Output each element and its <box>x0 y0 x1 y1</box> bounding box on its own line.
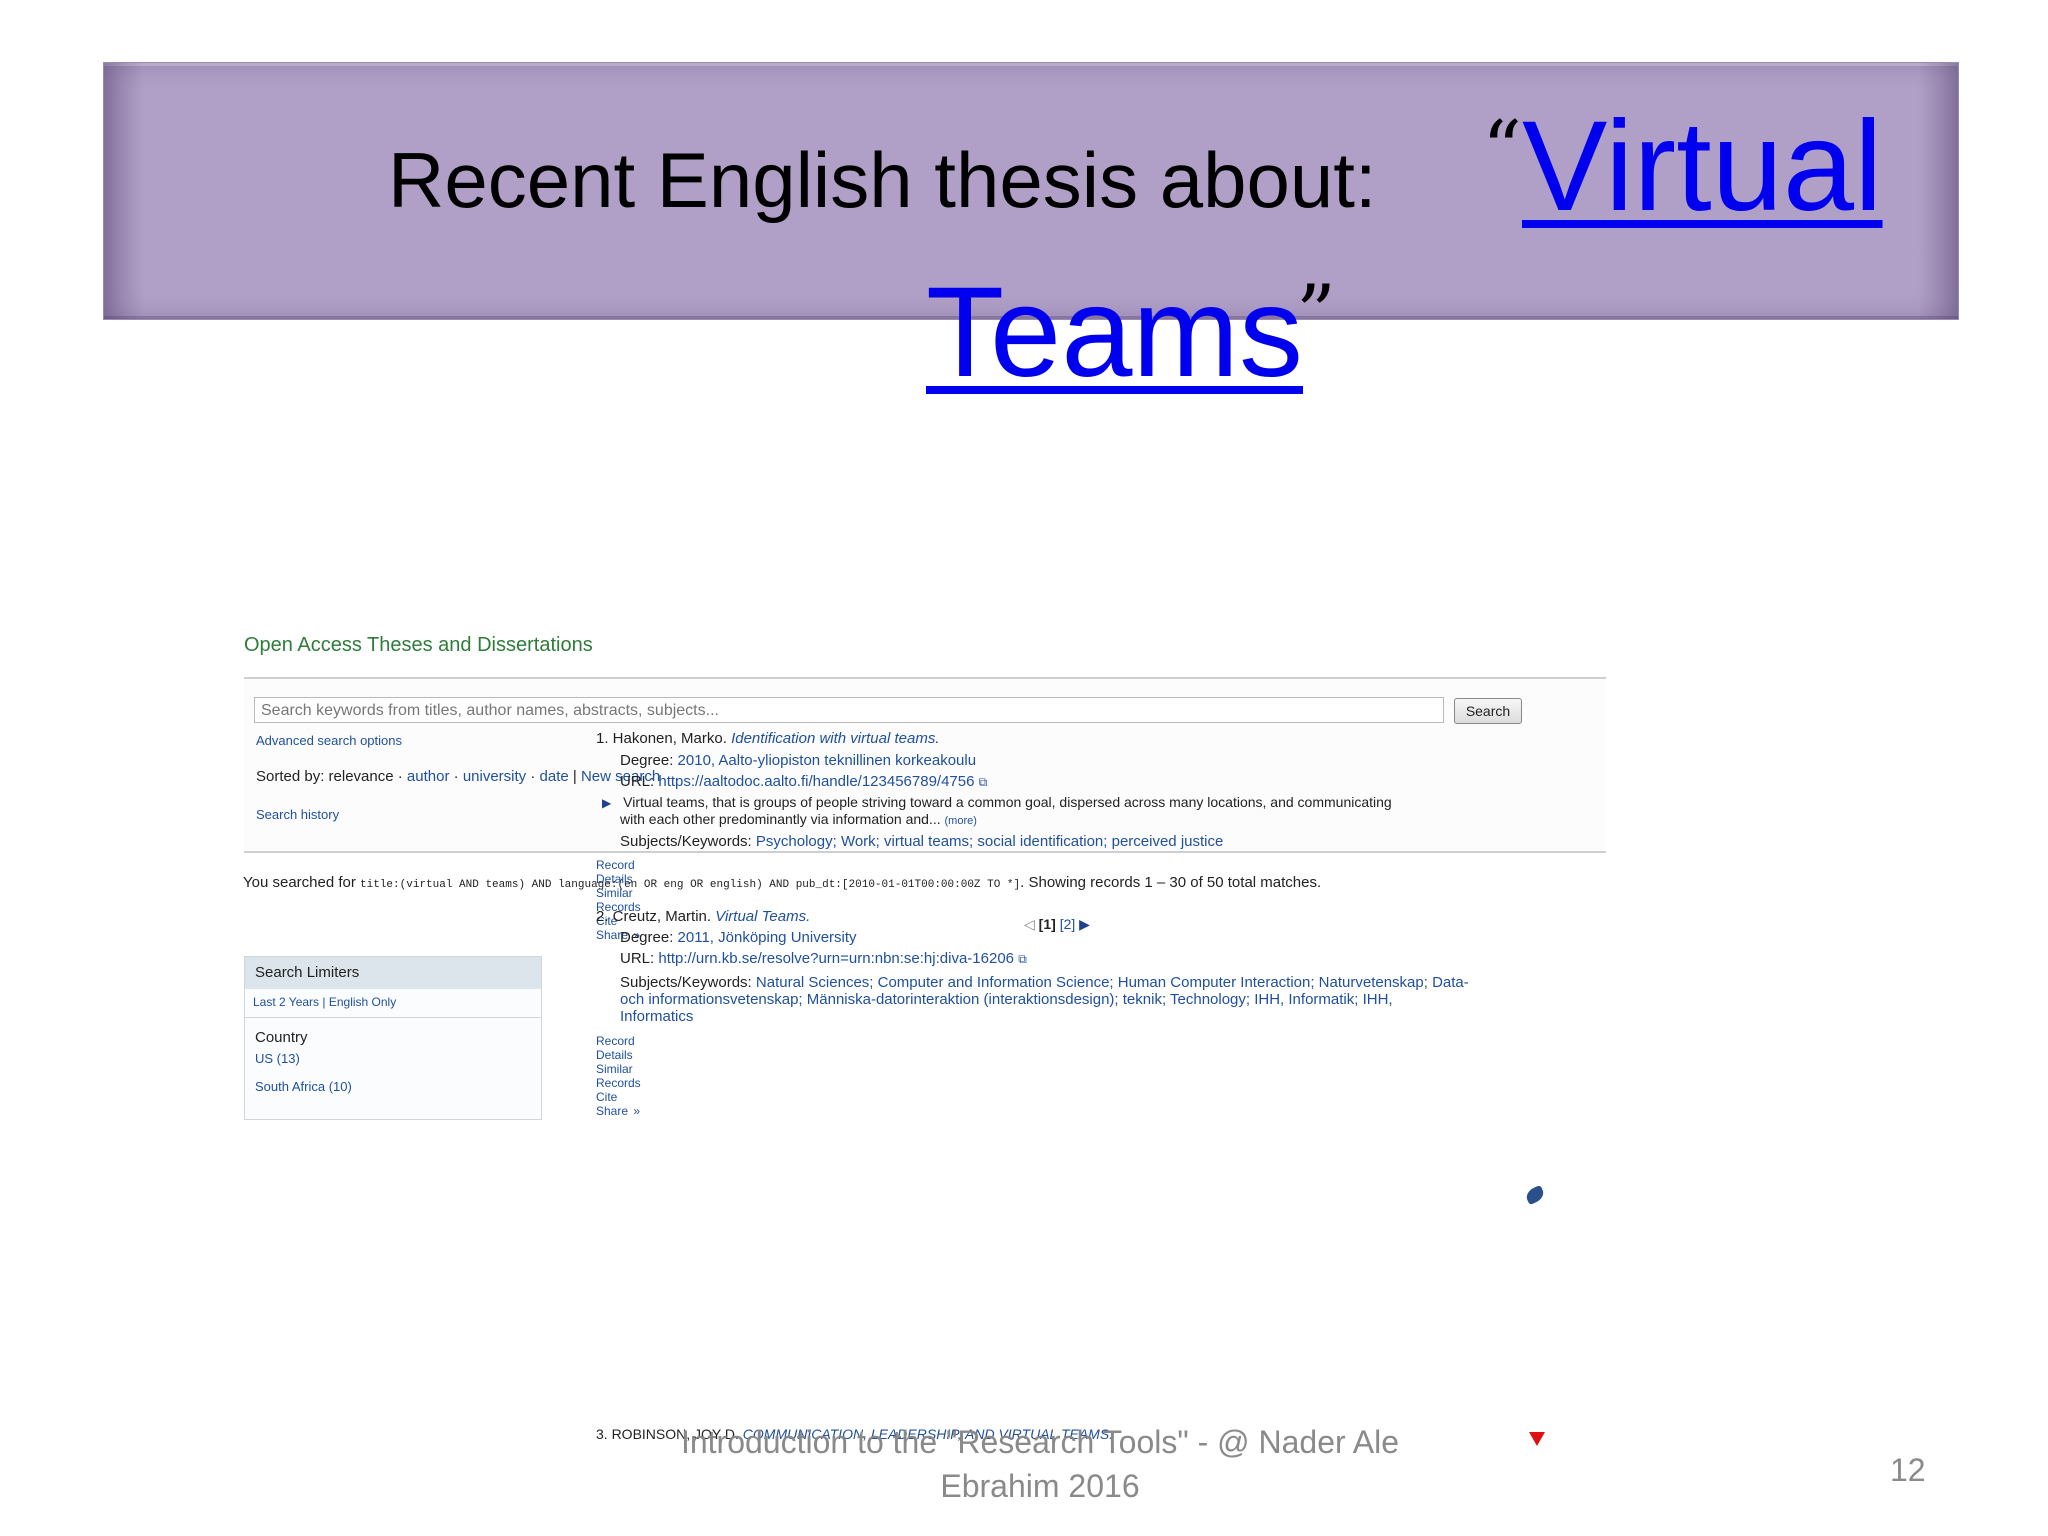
record-title-link[interactable]: Identification with virtual teams. <box>731 730 939 747</box>
footer-line-2: Ebrahim 2016 <box>940 1468 1140 1504</box>
search-button[interactable]: Search <box>1454 698 1522 724</box>
search-history-link[interactable]: Search history <box>256 807 339 822</box>
url-label: URL: <box>620 773 655 790</box>
open-quote: “ <box>1482 105 1522 195</box>
degree-label: Degree: <box>620 929 674 946</box>
record-url: URL: http://urn.kb.se/resolve?urn=urn:nb… <box>620 950 1027 967</box>
more-link[interactable]: (more) <box>945 815 977 827</box>
sort-separator: · <box>530 768 536 785</box>
advanced-search-link[interactable]: Advanced search options <box>256 733 402 748</box>
share-link[interactable]: Share » <box>596 1104 640 1118</box>
url-label: URL: <box>620 950 655 967</box>
prev-page-icon[interactable]: ◁ <box>1024 916 1035 932</box>
banner-bevel-left <box>104 63 144 319</box>
record-subjects: Subjects/Keywords: Psychology; Work; vir… <box>620 833 1223 850</box>
page-1[interactable]: [1] <box>1039 916 1056 932</box>
record-degree: Degree: 2011, Jönköping University <box>620 929 857 946</box>
record-url-link[interactable]: http://urn.kb.se/resolve?urn=urn:nbn:se:… <box>658 950 1014 967</box>
record-abstract: ▶ Virtual teams, that is groups of peopl… <box>602 794 1392 810</box>
sort-separator: · <box>453 768 459 785</box>
abstract-line-1: Virtual teams, that is groups of people … <box>623 794 1392 810</box>
title-link-virtual[interactable]: Virtual <box>1522 93 1883 240</box>
sort-university-link[interactable]: university <box>463 768 526 785</box>
country-south-africa-link[interactable]: South Africa (10) <box>255 1079 352 1094</box>
site-header: Open Access Theses and Dissertations <box>244 634 593 656</box>
record-abstract-2: with each other predominantly via inform… <box>620 811 977 827</box>
similar-records-link[interactable]: Similar Records <box>596 1062 641 1090</box>
degree-value[interactable]: 2011, Jönköping University <box>678 929 857 946</box>
query-suffix: . Showing records 1 – 30 of 50 total mat… <box>1020 874 1322 891</box>
record-details-link[interactable]: Record Details <box>596 1034 635 1062</box>
record-url: URL: https://aaltodoc.aalto.fi/handle/12… <box>620 773 987 790</box>
record-heading: 1. Hakonen, Marko. Identification with v… <box>596 730 940 747</box>
degree-value[interactable]: 2010, Aalto-yliopiston teknillinen korke… <box>678 752 977 769</box>
query-summary: You searched for title:(virtual AND team… <box>243 874 1321 891</box>
record-title-link[interactable]: Virtual Teams. <box>715 908 810 925</box>
external-link-icon[interactable]: ⧉ <box>1018 952 1027 966</box>
record-subjects-2[interactable]: och informationsvetenskap; Människa-dato… <box>620 991 1393 1008</box>
query-prefix: You searched for <box>243 874 356 891</box>
feather-icon <box>1523 1184 1547 1206</box>
oatd-screenshot: Open Access Theses and Dissertations Sea… <box>240 620 1610 1450</box>
pdf-icon <box>1529 1432 1545 1446</box>
record-author: 1. Hakonen, Marko. <box>596 730 727 747</box>
record-actions: Record Details Similar Records Cite Shar… <box>596 1034 651 1118</box>
next-page-icon[interactable]: ▶ <box>1079 916 1090 932</box>
banner-bevel-right <box>1918 63 1958 319</box>
sort-separator: | <box>572 768 577 785</box>
country-label: Country <box>255 1029 308 1046</box>
sort-date-link[interactable]: date <box>540 768 569 785</box>
divider <box>245 1017 541 1018</box>
degree-label: Degree: <box>620 752 674 769</box>
country-us-link[interactable]: US (13) <box>255 1051 300 1066</box>
sort-options: Sorted by: relevance · author · universi… <box>256 768 660 785</box>
slide-title-lead: Recent English thesis about: <box>388 136 1377 224</box>
slide-footer: Introduction to the "Research Tools" - @… <box>560 1420 1520 1508</box>
search-limiters-panel: Search Limiters Last 2 Years | English O… <box>244 956 542 1120</box>
subjects-label: Subjects/Keywords: <box>620 974 752 991</box>
record-degree: Degree: 2010, Aalto-yliopiston teknillin… <box>620 752 976 769</box>
cite-link[interactable]: Cite <box>596 1090 617 1104</box>
expand-triangle-icon[interactable]: ▶ <box>602 796 611 810</box>
page-2-link[interactable]: [2] <box>1060 916 1076 932</box>
subjects-value[interactable]: Natural Sciences; Computer and Informati… <box>756 974 1469 991</box>
external-link-icon[interactable]: ⧉ <box>979 775 988 789</box>
query-code: title:(virtual AND teams) AND language:(… <box>360 879 1021 891</box>
sort-author-link[interactable]: author <box>407 768 450 785</box>
title-link-teams[interactable]: Teams <box>926 259 1303 406</box>
record-subjects: Subjects/Keywords: Natural Sciences; Com… <box>620 974 1469 991</box>
subjects-label: Subjects/Keywords: <box>620 833 752 850</box>
pagination: ◁ [1] [2] ▶ <box>1024 916 1090 933</box>
record-author: 2. Creutz, Martin. <box>596 908 712 925</box>
record-heading: 2. Creutz, Martin. Virtual Teams. <box>596 908 810 925</box>
sort-label: Sorted by: relevance · <box>256 768 403 785</box>
abstract-line-2: with each other predominantly via inform… <box>620 811 941 827</box>
title-banner: Recent English thesis about: “ Virtual T… <box>103 62 1959 404</box>
record-subjects-3[interactable]: Informatics <box>620 1008 693 1025</box>
page-number: 12 <box>1890 1452 1926 1488</box>
limiters-sub[interactable]: Last 2 Years | English Only <box>253 995 396 1009</box>
record-url-link[interactable]: https://aaltodoc.aalto.fi/handle/1234567… <box>658 773 974 790</box>
footer-line-1: Introduction to the "Research Tools" - @… <box>680 1424 1400 1460</box>
record-details-link[interactable]: Record Details <box>596 858 635 886</box>
search-input[interactable]: Search keywords from titles, author name… <box>254 697 1444 723</box>
limiters-header: Search Limiters <box>245 957 541 989</box>
close-quote: ” <box>1296 269 1336 359</box>
subjects-value[interactable]: Psychology; Work; virtual teams; social … <box>756 833 1223 850</box>
